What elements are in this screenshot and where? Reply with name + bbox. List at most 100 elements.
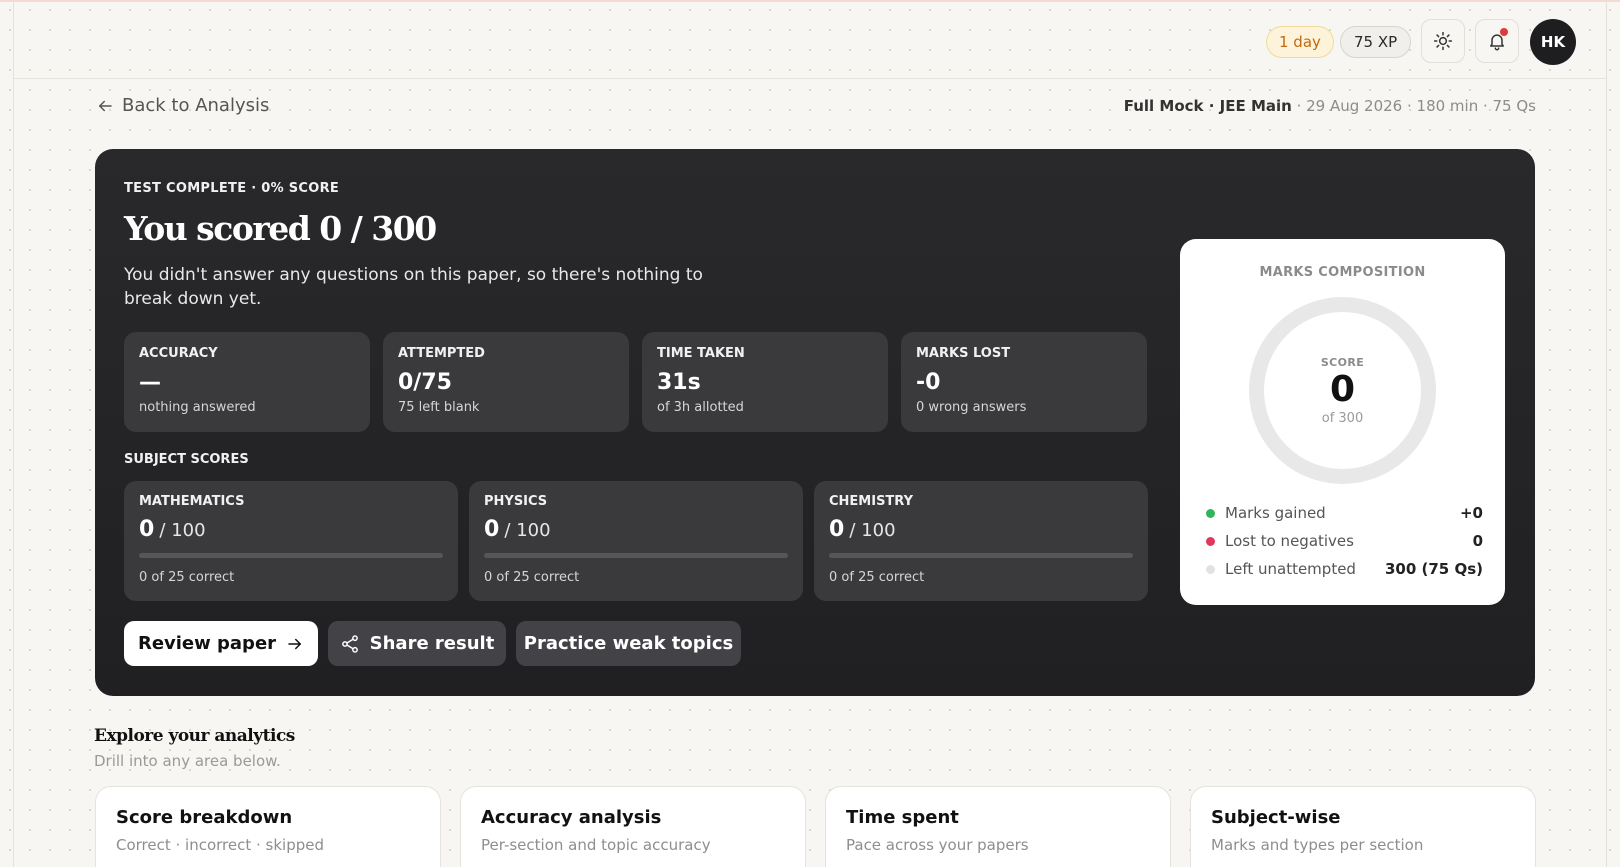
subject-progress-bar [829, 553, 1133, 558]
card-title: Subject-wise [1211, 807, 1341, 828]
legend-dot [1206, 564, 1215, 574]
card-subtitle: Marks and types per section [1211, 836, 1424, 854]
explore-title: Explore your analytics [94, 726, 295, 746]
share-icon [341, 634, 358, 653]
xp-badge[interactable]: 75 XP [1340, 26, 1412, 58]
subject-card-chemistry[interactable]: CHEMISTRY 0 / 100 0 of 25 correct [814, 481, 1148, 601]
subject-note: 0 of 25 correct [484, 570, 580, 585]
card-score-breakdown[interactable]: Score breakdown Correct · incorrect · sk… [95, 786, 441, 867]
subject-score-value: 0 [139, 517, 155, 542]
legend-value: 300 (75 Qs) [1384, 560, 1483, 578]
card-subtitle: Per-section and topic accuracy [481, 836, 711, 854]
card-title: Accuracy analysis [481, 807, 662, 828]
card-time-spent[interactable]: Time spent Pace across your papers [825, 786, 1171, 867]
back-label: Back to Analysis [122, 95, 270, 116]
legend-dot [1206, 508, 1215, 518]
subject-note: 0 of 25 correct [139, 570, 235, 585]
practice-weak-topics-button[interactable]: Practice weak topics [516, 621, 741, 666]
legend-name: Lost to negatives [1225, 532, 1354, 550]
stat-label: TIME TAKEN [657, 346, 745, 361]
subject-name: CHEMISTRY [829, 494, 914, 509]
legend-dot [1206, 536, 1215, 546]
subject-score: 0 / 100 [484, 517, 788, 547]
left-divider [13, 0, 14, 867]
stat-note: 75 left blank [398, 400, 480, 415]
subject-card-mathematics[interactable]: MATHEMATICS 0 / 100 0 of 25 correct [124, 481, 458, 601]
score-donut-center: SCORE 0 of 300 [1264, 312, 1421, 469]
card-subject-wise[interactable]: Subject-wise Marks and types per section [1190, 786, 1536, 867]
card-title: Time spent [846, 807, 959, 828]
back-to-analysis-link[interactable]: Back to Analysis [96, 95, 269, 116]
stat-value: — [139, 370, 161, 395]
card-subtitle: Pace across your papers [846, 836, 1029, 854]
stat-card-accuracy: ACCURACY — nothing answered [124, 332, 370, 432]
score-title: You scored 0 / 300 [124, 209, 437, 248]
donut-value: 0 [1329, 368, 1356, 410]
stat-value: 31s [657, 370, 701, 395]
subject-score-value: 0 [484, 517, 500, 542]
subject-card-physics[interactable]: PHYSICS 0 / 100 0 of 25 correct [469, 481, 803, 601]
subject-name: PHYSICS [484, 494, 548, 509]
stat-value: -0 [916, 370, 941, 395]
marks-composition-card: MARKS COMPOSITION SCORE 0 of 300 Marks g… [1180, 239, 1505, 605]
subject-progress-bar [484, 553, 788, 558]
stat-card-marks-lost: MARKS LOST -0 0 wrong answers [901, 332, 1147, 432]
share-result-button[interactable]: Share result [328, 621, 506, 666]
notifications-button[interactable] [1475, 19, 1519, 63]
subject-score-total: / 100 [159, 520, 206, 541]
subject-score-total: / 100 [504, 520, 551, 541]
theme-toggle-button[interactable] [1421, 19, 1465, 63]
streak-badge[interactable]: 1 day [1266, 26, 1334, 58]
subject-score: 0 / 100 [829, 517, 1133, 547]
subject-score-total: / 100 [849, 520, 896, 541]
card-accuracy-analysis[interactable]: Accuracy analysis Per-section and topic … [460, 786, 806, 867]
composition-legend: Marks gained +0 Lost to negatives 0 Left… [1206, 499, 1483, 583]
test-details: · 29 Aug 2026 · 180 min · 75 Qs [1291, 97, 1536, 115]
score-donut: SCORE 0 of 300 [1249, 297, 1436, 484]
explore-subtitle: Drill into any area below. [94, 752, 281, 770]
legend-item-marks-gained: Marks gained +0 [1206, 499, 1483, 527]
stat-note: of 3h allotted [657, 400, 744, 415]
stat-card-attempted: ATTEMPTED 0/75 75 left blank [383, 332, 629, 432]
legend-item-left-unattempted: Left unattempted 300 (75 Qs) [1206, 555, 1483, 583]
notification-dot [1500, 28, 1508, 36]
card-subtitle: Correct · incorrect · skipped [116, 836, 325, 854]
stat-label: MARKS LOST [916, 346, 1011, 361]
arrow-left-icon [99, 100, 112, 111]
subject-score-value: 0 [829, 517, 845, 542]
result-eyebrow: TEST COMPLETE · 0% SCORE [124, 181, 340, 196]
subject-scores-label: SUBJECT SCORES [124, 452, 249, 467]
stat-note: nothing answered [139, 400, 256, 415]
review-paper-button[interactable]: Review paper [124, 621, 318, 666]
result-subtitle: You didn't answer any questions on this … [124, 265, 703, 309]
avatar[interactable]: HK [1530, 19, 1576, 65]
sun-icon [1433, 31, 1453, 51]
marks-composition-title: MARKS COMPOSITION [1259, 265, 1426, 280]
legend-name: Marks gained [1225, 504, 1326, 522]
legend-value: +0 [1459, 504, 1483, 522]
card-title: Score breakdown [116, 807, 293, 828]
right-divider [1606, 0, 1607, 867]
test-name: Full Mock · JEE Main [1123, 97, 1292, 115]
legend-name: Left unattempted [1225, 560, 1356, 578]
top-accent-line [0, 0, 1620, 2]
legend-value: 0 [1472, 532, 1483, 550]
review-paper-label: Review paper [137, 633, 277, 654]
donut-label: SCORE [1320, 355, 1365, 369]
share-result-label: Share result [369, 633, 495, 654]
stat-note: 0 wrong answers [916, 400, 1027, 415]
stat-value: 0/75 [398, 370, 452, 395]
result-hero-card: TEST COMPLETE · 0% SCORE You scored 0 / … [95, 149, 1535, 696]
stat-card-time-taken: TIME TAKEN 31s of 3h allotted [642, 332, 888, 432]
subject-progress-bar [139, 553, 443, 558]
subject-name: MATHEMATICS [139, 494, 245, 509]
stat-label: ACCURACY [139, 346, 218, 361]
stat-label: ATTEMPTED [398, 346, 485, 361]
legend-item-lost-to-negatives: Lost to negatives 0 [1206, 527, 1483, 555]
subject-note: 0 of 25 correct [829, 570, 925, 585]
test-meta: Full Mock · JEE Main · 29 Aug 2026 · 180… [1124, 97, 1536, 115]
top-bar: 1 day 75 XP HK [14, 3, 1606, 79]
subject-score: 0 / 100 [139, 517, 443, 547]
arrow-right-icon [288, 638, 302, 649]
donut-total: of 300 [1321, 410, 1364, 426]
